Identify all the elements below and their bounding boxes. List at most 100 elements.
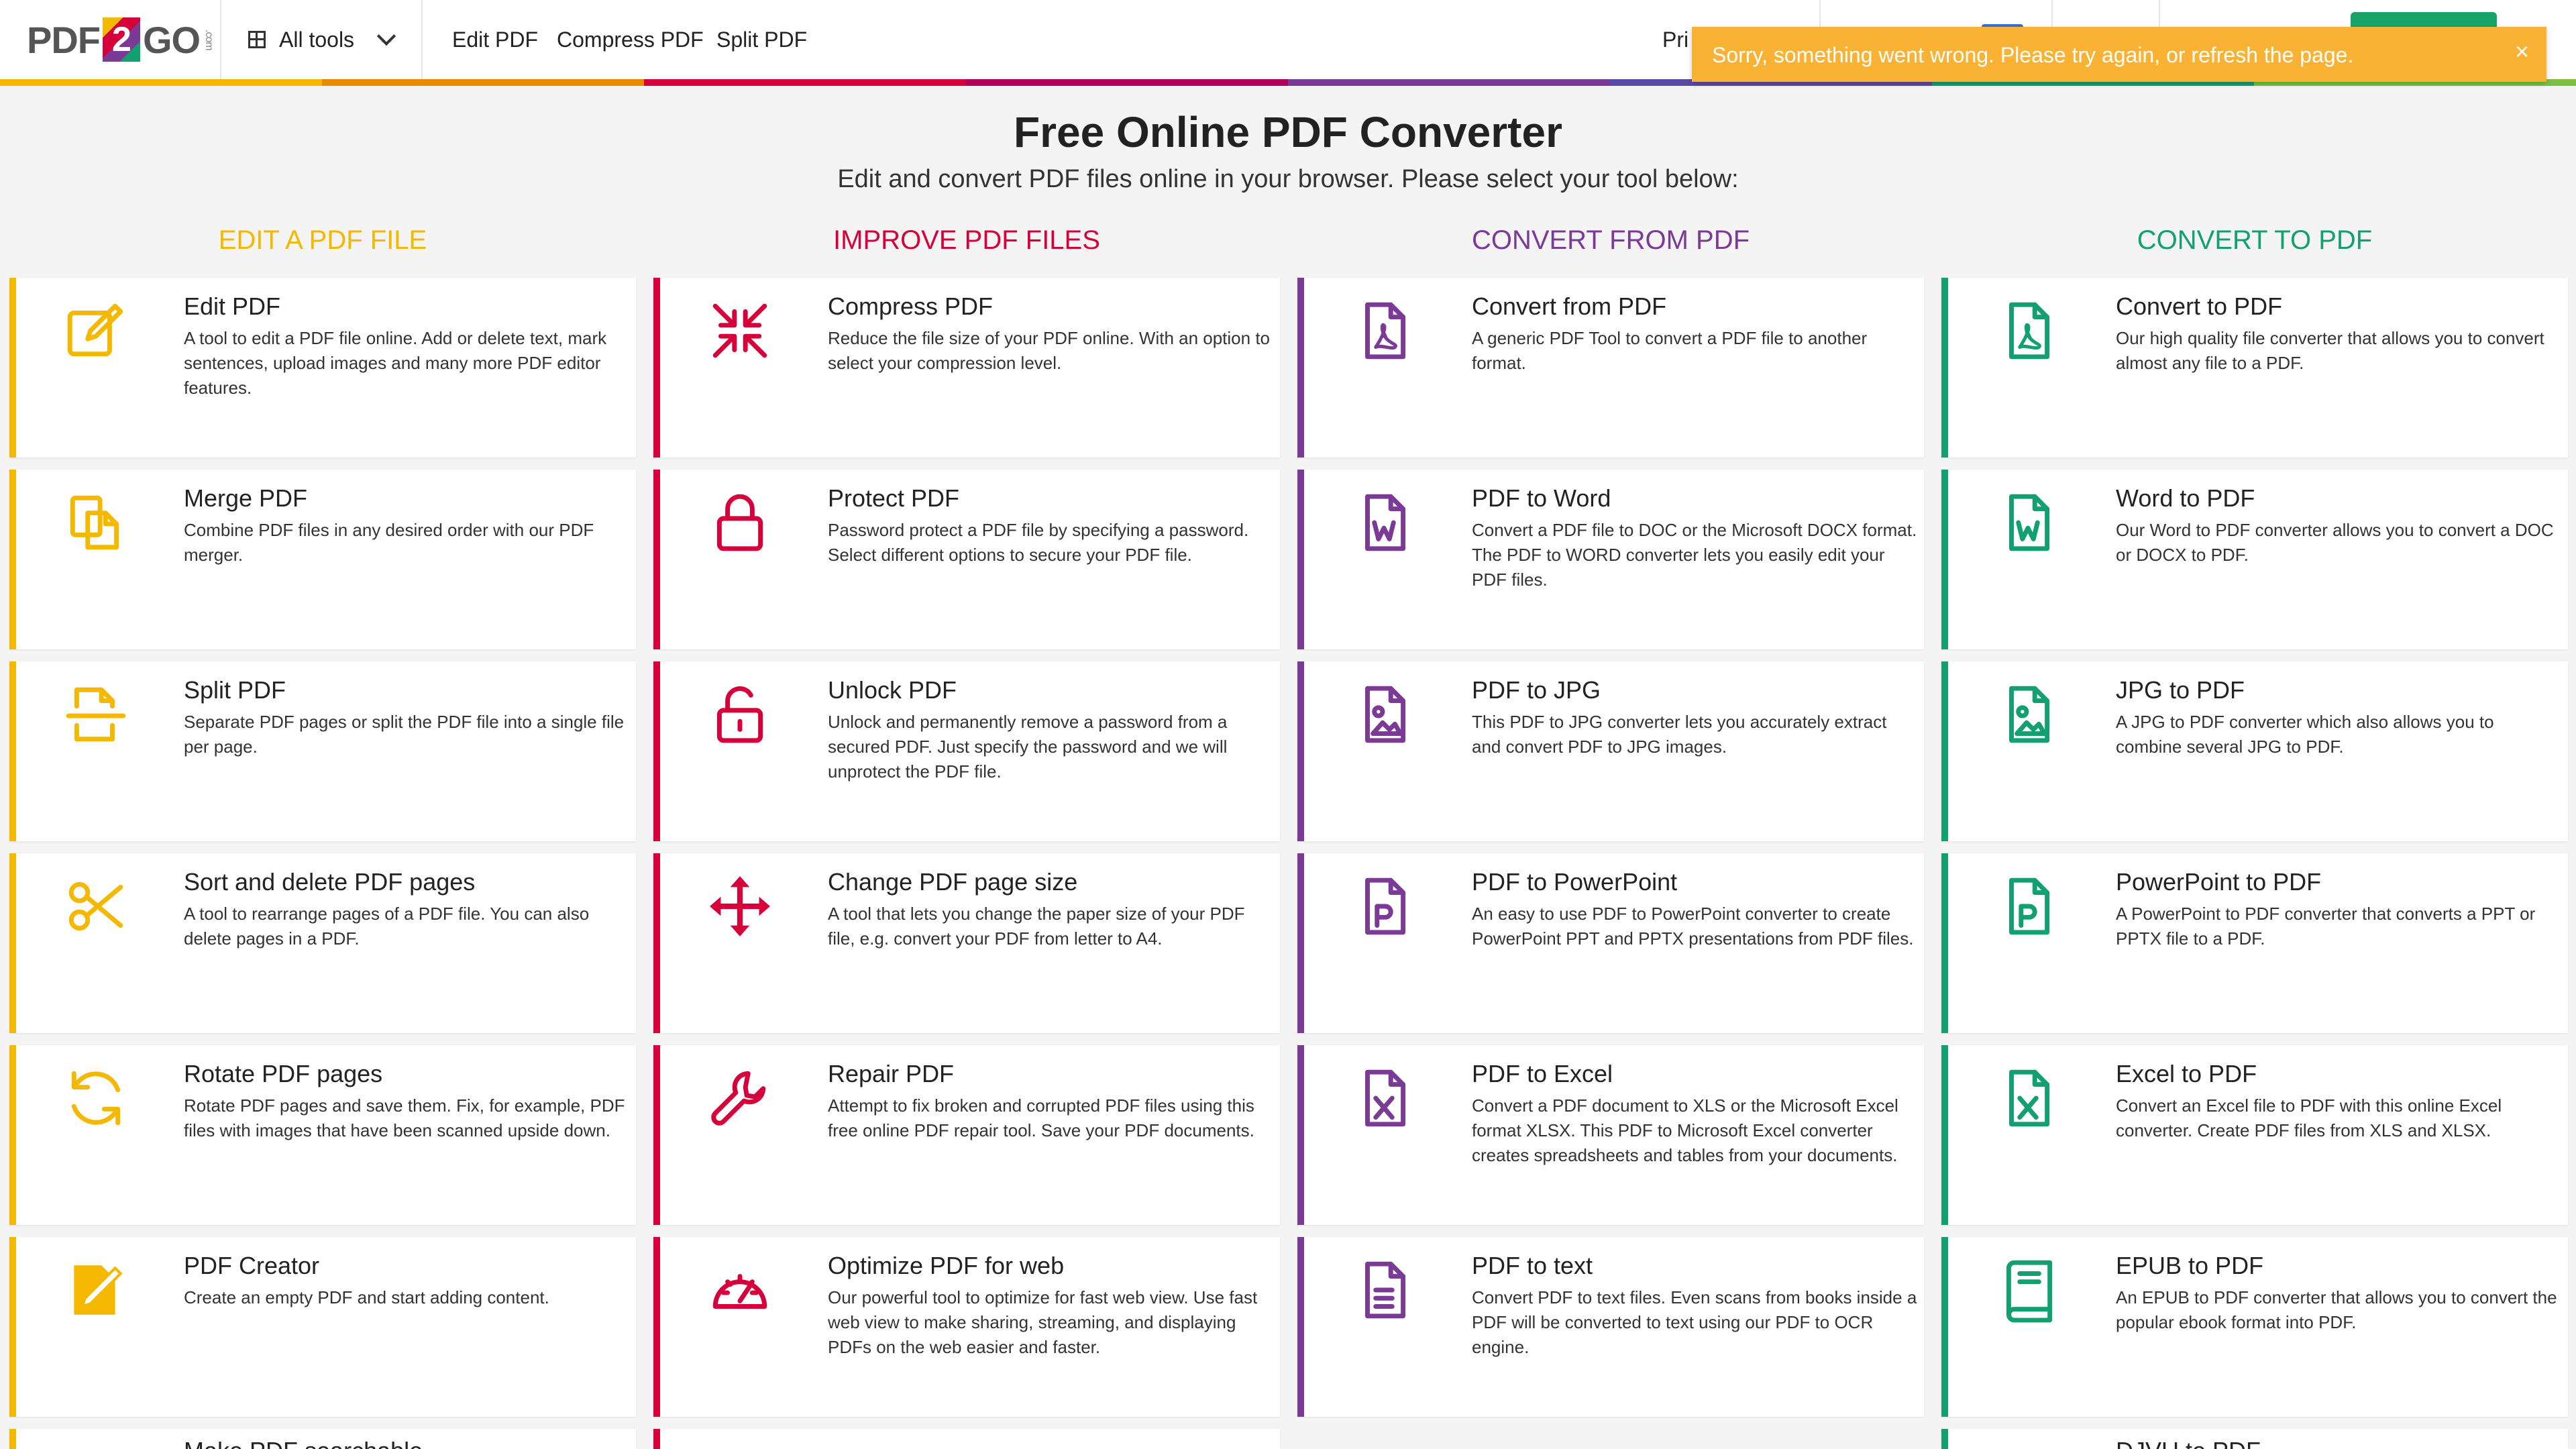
tool-card-description: Password protect a PDF file by specifyin… [828,520,1249,565]
tool-card-title: Split PDF [184,676,286,704]
tool-card-description: Combine PDF files in any desired order w… [184,520,594,565]
column-heading: Convert to PDF [2137,225,2373,255]
tool-card-title: Make PDF searchable [184,1437,423,1449]
word-file-icon [1351,490,1417,555]
tool-card[interactable]: Edit PDF A tool to edit a PDF file online… [9,278,636,458]
tool-card[interactable]: Change PDF page size A tool that lets you… [653,853,1280,1033]
tool-card-description: An EPUB to PDF converter that allows you… [2116,1287,2557,1332]
nav-link-pricing[interactable]: Pri [1662,24,1688,55]
tool-card-title: PDF to PowerPoint [1472,868,1678,896]
tool-card[interactable]: JPG to PDF A JPG to PDF converter which a… [1941,661,2568,841]
tool-card-partial[interactable]: DJVU to PDF [1941,1429,2568,1449]
tool-card[interactable]: PDF to PowerPoint An easy to use PDF to P… [1297,853,1924,1033]
tool-card[interactable]: PDF to JPG This PDF to JPG converter lets… [1297,661,1924,841]
logo-text-2: 2 [103,17,140,62]
tool-card[interactable]: PDF to Excel Convert a PDF document to XL… [1297,1045,1924,1225]
tool-card[interactable]: PDF to text Convert PDF to text files. Ev… [1297,1237,1924,1417]
all-tools-dropdown[interactable]: All tools [248,24,396,55]
tool-card-description: A tool to rearrange pages of a PDF file.… [184,904,590,949]
tool-card-partial[interactable] [653,1429,1280,1449]
tool-card-description: Our high quality file converter that all… [2116,328,2544,373]
nav-link-compress-pdf[interactable]: Compress PDF [557,24,704,55]
tool-card[interactable]: EPUB to PDF An EPUB to PDF converter that… [1941,1237,2568,1417]
tool-card[interactable]: Convert from PDF A generic PDF Tool to co… [1297,278,1924,458]
tool-card-partial[interactable]: Make PDF searchable [9,1429,636,1449]
create-pdf-icon [63,1257,129,1323]
unlock-icon [707,682,773,747]
tool-card[interactable]: Repair PDF Attempt to fix broken and corr… [653,1045,1280,1225]
tool-card-description: Convert a PDF document to XLS or the Mic… [1472,1095,1898,1165]
tool-card[interactable]: Split PDF Separate PDF pages or split the… [9,661,636,841]
split-icon [63,682,129,747]
tool-card-title: Convert from PDF [1472,292,1667,320]
tool-card[interactable]: PDF to Word Convert a PDF file to DOC or … [1297,470,1924,649]
pdf2go-logo[interactable]: PDF 2 GO .com [27,12,215,67]
word-file-icon [1995,490,2061,555]
tool-card-description: Create an empty PDF and start adding con… [184,1287,549,1307]
compress-icon [707,298,773,364]
tool-card-title: Edit PDF [184,292,281,320]
rotate-icon [63,1065,129,1131]
tool-card-title: PowerPoint to PDF [2116,868,2322,896]
logo-text-com: .com [203,29,215,50]
error-toast: Sorry, something went wrong. Please try … [1692,27,2546,82]
tool-card[interactable]: Word to PDF Our Word to PDF converter all… [1941,470,2568,649]
tool-card-title: Protect PDF [828,484,960,512]
tool-card-description: Convert a PDF file to DOC or the Microso… [1472,520,1917,590]
image-file-icon [1995,682,2061,747]
tool-card-title: PDF to JPG [1472,676,1601,704]
tool-card[interactable]: Sort and delete PDF pages A tool to rearr… [9,853,636,1033]
tool-card-title: Unlock PDF [828,676,957,704]
close-icon[interactable]: × [2515,36,2529,67]
image-file-icon [1351,682,1417,747]
book-icon [1995,1257,2061,1323]
tool-card-description: Our Word to PDF converter allows you to … [2116,520,2554,565]
nav-link-edit-pdf[interactable]: Edit PDF [452,24,538,55]
tool-card-title: PDF to text [1472,1252,1593,1279]
move-arrows-icon [707,873,773,939]
edit-icon [63,298,129,364]
lock-icon [707,490,773,555]
tool-card-description: This PDF to JPG converter lets you accur… [1472,712,1887,757]
tool-card-title: Optimize PDF for web [828,1252,1065,1279]
tool-card-description: A JPG to PDF converter which also allows… [2116,712,2494,757]
tool-card[interactable]: PDF Creator Create an empty PDF and start… [9,1237,636,1417]
tool-card-description: Convert PDF to text files. Even scans fr… [1472,1287,1917,1357]
tool-card-title: Merge PDF [184,484,308,512]
tool-card[interactable]: Protect PDF Password protect a PDF file b… [653,470,1280,649]
tool-card-title: EPUB to PDF [2116,1252,2264,1279]
tool-card[interactable]: Optimize PDF for web Our powerful tool to… [653,1237,1280,1417]
excel-file-icon [1351,1065,1417,1131]
tool-card-description: A tool to edit a PDF file online. Add or… [184,328,607,398]
nav-link-split-pdf[interactable]: Split PDF [716,24,807,55]
tool-card-description: A generic PDF Tool to convert a PDF file… [1472,328,1868,373]
tool-card-title: Excel to PDF [2116,1060,2257,1087]
tool-card-title: Change PDF page size [828,868,1078,896]
tool-card-description: Our powerful tool to optimize for fast w… [828,1287,1258,1357]
tool-card[interactable]: PowerPoint to PDF A PowerPoint to PDF con… [1941,853,2568,1033]
tool-card-description: Separate PDF pages or split the PDF file… [184,712,625,757]
tool-card-description: Convert an Excel file to PDF with this o… [2116,1095,2502,1140]
chevron-down-icon [376,26,396,46]
column-heading: Edit a PDF file [218,225,427,255]
tool-card-title: JPG to PDF [2116,676,2245,704]
tool-card-description: Unlock and permanently remove a password… [828,712,1228,782]
tool-card[interactable]: Merge PDF Combine PDF files in any desire… [9,470,636,649]
tool-card-description: Reduce the file size of your PDF online.… [828,328,1271,373]
tool-card-title: Repair PDF [828,1060,955,1087]
header-divider [421,0,423,79]
tool-card[interactable]: Unlock PDF Unlock and permanently remove … [653,661,1280,841]
tool-card[interactable]: Convert to PDF Our high quality file conv… [1941,278,2568,458]
tool-card-title: Rotate PDF pages [184,1060,383,1087]
all-tools-label: All tools [279,27,355,52]
tool-card[interactable]: Compress PDF Reduce the file size of your… [653,278,1280,458]
tool-card[interactable]: Excel to PDF Convert an Excel file to PDF… [1941,1045,2568,1225]
tool-card-title: Sort and delete PDF pages [184,868,476,896]
powerpoint-file-icon [1351,873,1417,939]
wrench-icon [707,1065,773,1131]
page-title: Free Online PDF Converter [1014,108,1562,156]
tool-card-title: Compress PDF [828,292,994,320]
tool-card[interactable]: Rotate PDF pages Rotate PDF pages and sav… [9,1045,636,1225]
pdf-file-icon [1995,298,2061,364]
speedometer-icon [707,1257,773,1323]
